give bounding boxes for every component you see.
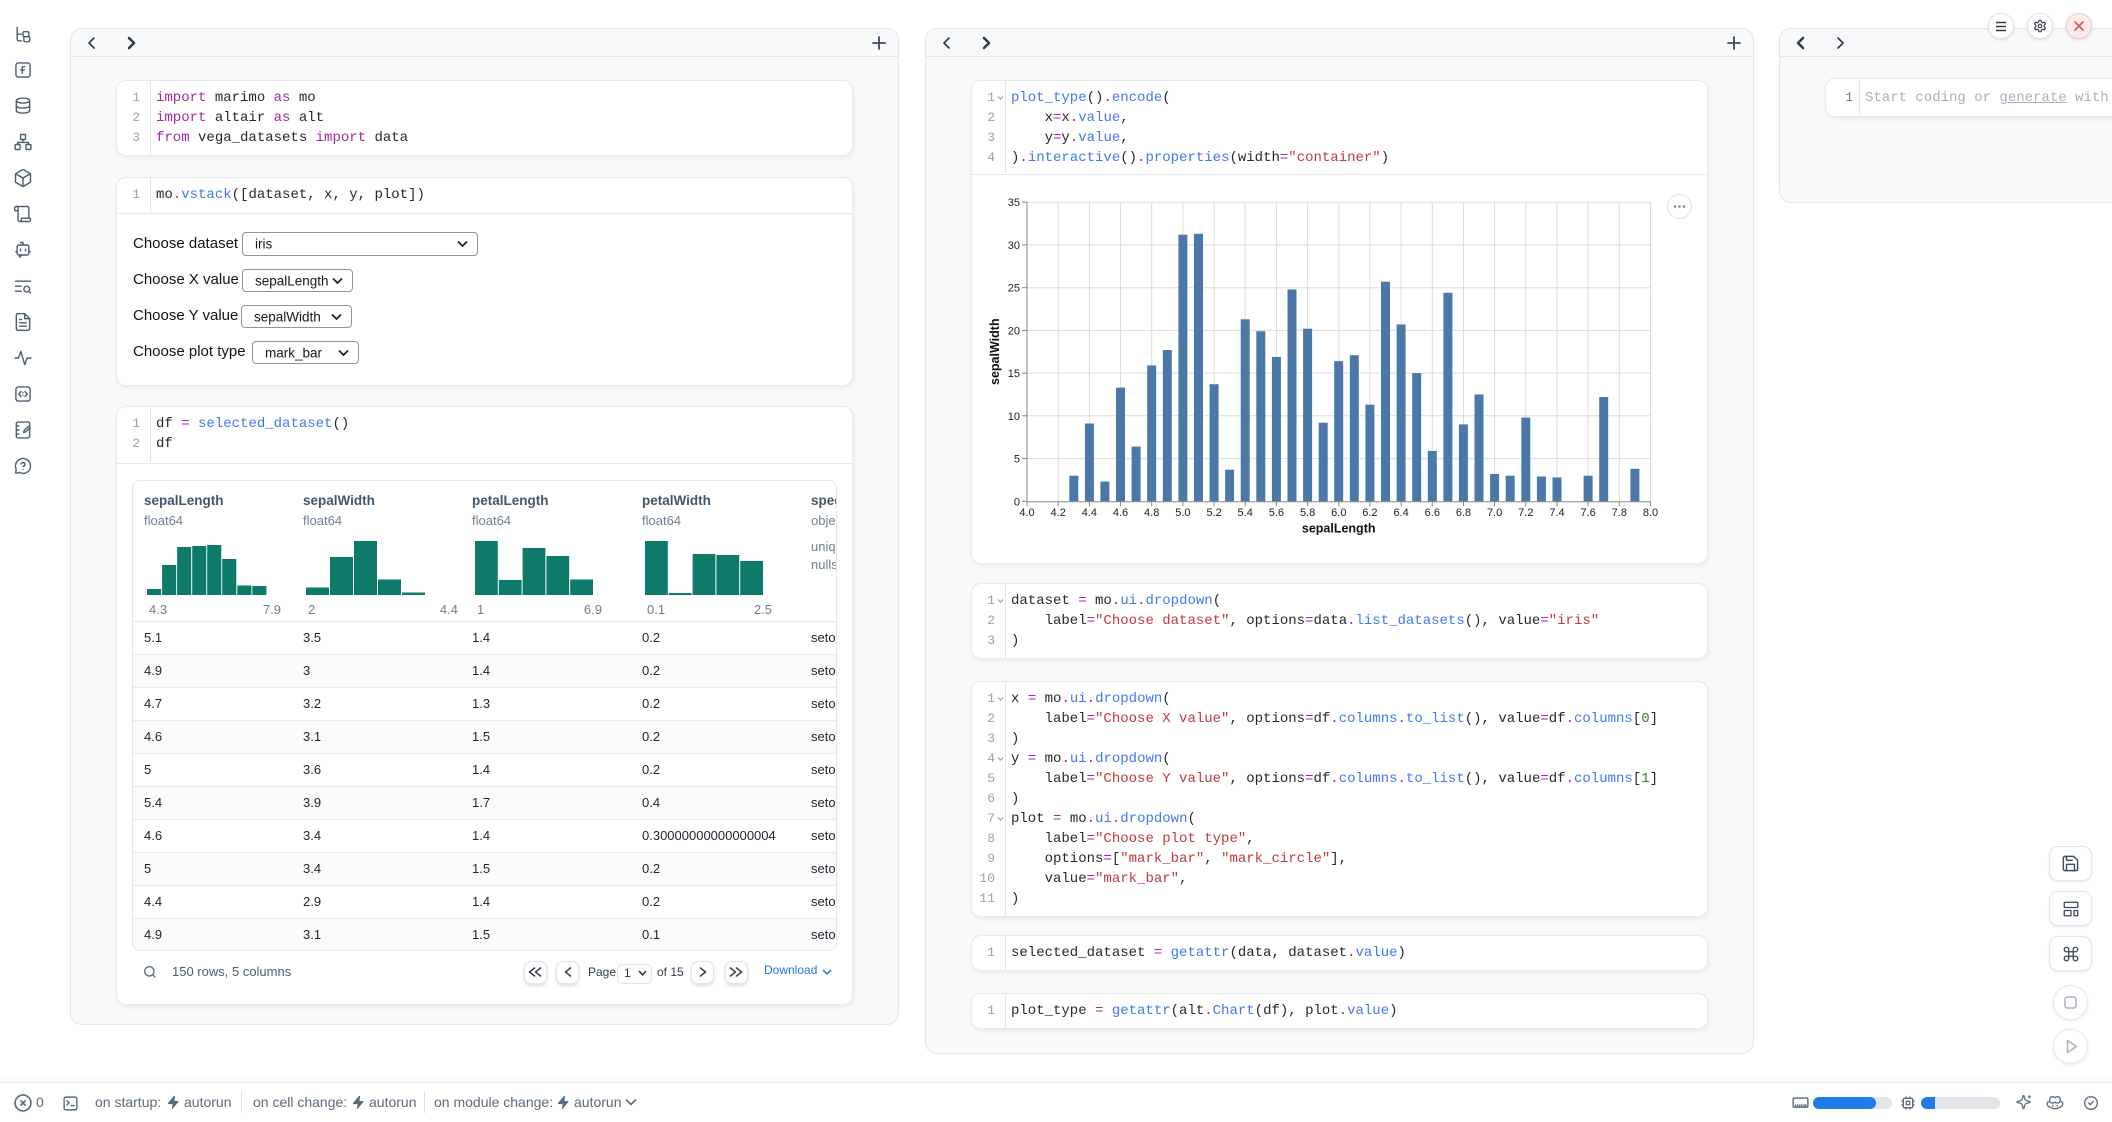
svg-text:6.6: 6.6 [1425,507,1440,519]
svg-text:6.0: 6.0 [1331,507,1346,519]
svg-text:sepalWidth: sepalWidth [988,318,1002,385]
svg-text:5.6: 5.6 [1269,507,1284,519]
svg-text:4.0: 4.0 [1019,507,1034,519]
svg-text:6.2: 6.2 [1362,507,1377,519]
svg-text:35: 35 [1008,197,1020,209]
svg-text:4.4: 4.4 [1082,507,1097,519]
svg-text:7.6: 7.6 [1580,507,1595,519]
svg-text:15: 15 [1008,368,1020,380]
svg-text:4.2: 4.2 [1051,507,1066,519]
svg-text:10: 10 [1008,411,1020,423]
svg-text:5.0: 5.0 [1175,507,1190,519]
svg-text:7.0: 7.0 [1487,507,1502,519]
svg-text:7.8: 7.8 [1612,507,1627,519]
svg-text:5.8: 5.8 [1300,507,1315,519]
svg-text:6.8: 6.8 [1456,507,1471,519]
svg-text:8.0: 8.0 [1643,507,1658,519]
svg-text:5: 5 [1014,454,1020,466]
svg-text:0: 0 [1014,496,1020,508]
svg-text:7.2: 7.2 [1518,507,1533,519]
svg-text:6.4: 6.4 [1393,507,1408,519]
svg-text:sepalLength: sepalLength [1302,522,1376,536]
svg-text:25: 25 [1008,283,1020,295]
svg-text:5.2: 5.2 [1206,507,1221,519]
svg-text:4.8: 4.8 [1144,507,1159,519]
svg-text:20: 20 [1008,325,1020,337]
svg-text:4.6: 4.6 [1113,507,1128,519]
svg-text:7.4: 7.4 [1549,507,1564,519]
svg-text:30: 30 [1008,240,1020,252]
svg-text:5.4: 5.4 [1238,507,1253,519]
